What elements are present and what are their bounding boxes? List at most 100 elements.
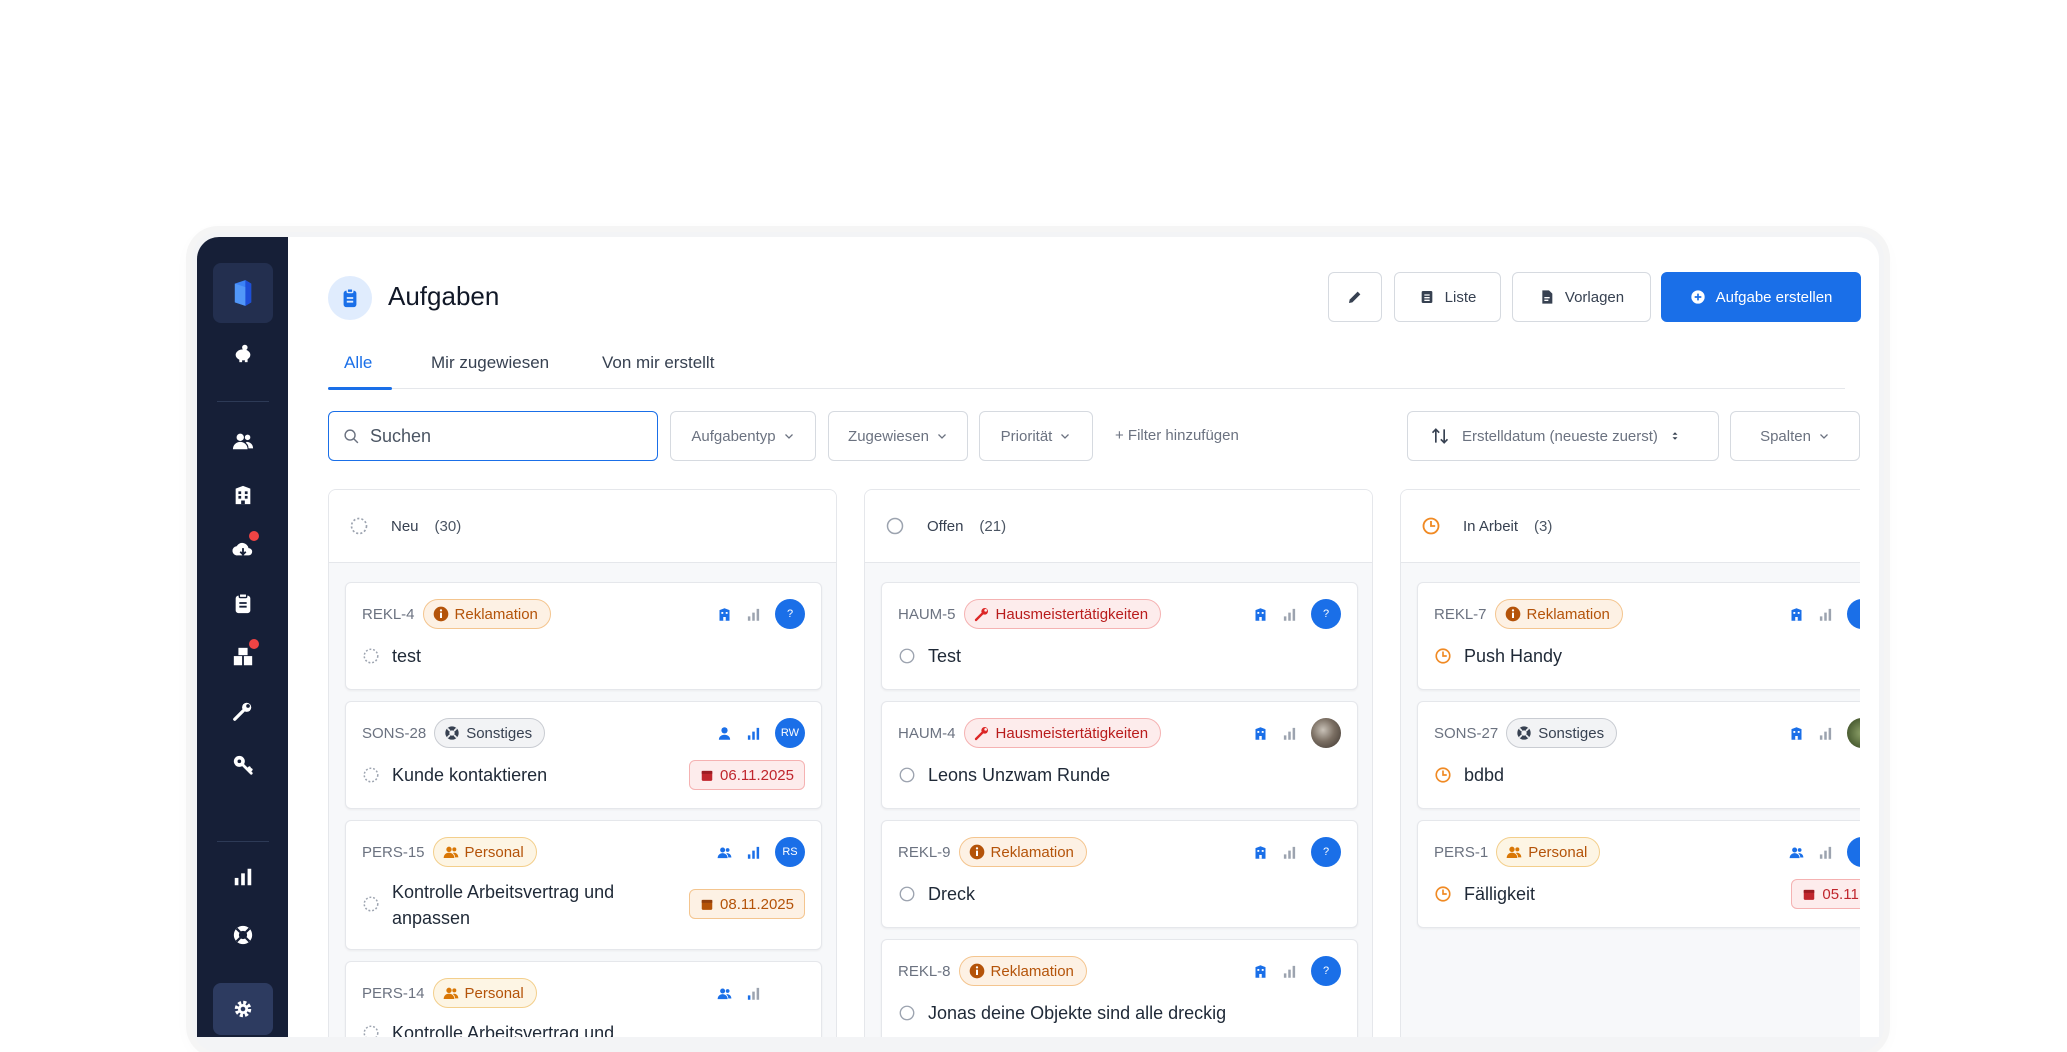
chevron-down-icon bbox=[1061, 434, 1070, 439]
category-badge: Personal bbox=[432, 978, 537, 1008]
create-task-label: Aufgabe erstellen bbox=[1715, 288, 1833, 306]
sidebar-item-settings[interactable] bbox=[213, 983, 273, 1035]
task-card[interactable]: REKL-9 Reklamation ? Dreck bbox=[881, 820, 1358, 928]
task-card[interactable]: REKL-7 Reklamation Push Handy bbox=[1417, 582, 1860, 690]
task-card[interactable]: PERS-15 Personal RS Kontrolle Arbeitsver… bbox=[345, 820, 822, 950]
users-icon bbox=[717, 988, 732, 999]
tab-created-by-me[interactable]: Von mir erstellt bbox=[602, 353, 714, 373]
status-new-icon bbox=[363, 1025, 379, 1037]
main-content: Aufgaben Liste Vorlagen Aufgabe erstelle… bbox=[288, 237, 1879, 1037]
filter-assigned[interactable]: Zugewiesen bbox=[828, 411, 968, 461]
task-title: Leons Unzwam Runde bbox=[928, 765, 1111, 785]
column-header: In Arbeit (3) bbox=[1401, 490, 1860, 563]
templates-button[interactable]: Vorlagen bbox=[1512, 272, 1651, 322]
tab-assigned-to-me[interactable]: Mir zugewiesen bbox=[431, 353, 549, 373]
assignee-avatar-photo[interactable] bbox=[1847, 718, 1860, 748]
sidebar-item-maintenance[interactable] bbox=[213, 685, 273, 737]
task-card[interactable]: SONS-28 Sonstiges RW Kunde kontaktieren bbox=[345, 701, 822, 809]
task-id: PERS-14 bbox=[362, 984, 425, 1002]
assignee-avatar[interactable] bbox=[1847, 837, 1860, 867]
search-icon bbox=[344, 428, 359, 443]
sidebar-item-users[interactable] bbox=[213, 415, 273, 467]
calendar-icon bbox=[701, 899, 713, 910]
category-label: Hausmeistertätigkeiten bbox=[995, 605, 1149, 623]
task-title: test bbox=[392, 646, 422, 666]
assignee-avatar[interactable]: RW bbox=[775, 718, 805, 748]
sidebar-item-tasks[interactable] bbox=[213, 577, 273, 629]
sort-select[interactable]: Erstelldatum (neueste zuerst) bbox=[1407, 411, 1719, 461]
tool-icon bbox=[233, 702, 252, 721]
filter-task-type[interactable]: Aufgabentyp bbox=[670, 411, 816, 461]
task-card[interactable]: PERS-1 Personal Fälligkeit 05.11 bbox=[1417, 820, 1860, 928]
task-card[interactable]: HAUM-4 Hausmeistertätigkeiten Leons Unzw… bbox=[881, 701, 1358, 809]
add-filter-link[interactable]: + Filter hinzufügen bbox=[1115, 427, 1239, 444]
create-task-button[interactable]: Aufgabe erstellen bbox=[1661, 272, 1861, 322]
edit-button[interactable] bbox=[1328, 272, 1382, 322]
user-icon bbox=[718, 726, 731, 740]
tab-created-label: Von mir erstellt bbox=[602, 353, 715, 372]
page-title: Aufgaben bbox=[388, 281, 500, 311]
assignee-avatar[interactable]: ? bbox=[775, 599, 805, 629]
gear-icon bbox=[234, 1000, 252, 1018]
assignee-avatar[interactable]: ? bbox=[1311, 599, 1341, 629]
priority-signal-icon bbox=[1819, 608, 1832, 621]
sidebar-item-services[interactable] bbox=[213, 523, 273, 575]
sidebar-item-help[interactable] bbox=[213, 909, 273, 961]
users-icon bbox=[717, 847, 732, 858]
task-card[interactable]: PERS-14 Personal Kontrolle Arbeitsvertra… bbox=[345, 961, 822, 1037]
task-card[interactable]: SONS-27 Sonstiges bdbd bbox=[1417, 701, 1860, 809]
plus-circle-icon bbox=[1690, 290, 1705, 304]
sidebar-item-keys[interactable] bbox=[213, 739, 273, 791]
assignee-avatar-photo[interactable] bbox=[1311, 718, 1341, 748]
category-badge: Reklamation bbox=[1494, 599, 1623, 629]
filter-task-type-label: Aufgabentyp bbox=[691, 427, 776, 445]
column-count: (21) bbox=[979, 517, 1007, 535]
priority-signal-icon bbox=[1283, 727, 1296, 740]
sidebar-item-buildings[interactable] bbox=[213, 469, 273, 521]
lifebuoy-icon bbox=[1517, 726, 1531, 740]
category-badge: Hausmeistertätigkeiten bbox=[963, 718, 1162, 748]
tab-all[interactable]: Alle bbox=[344, 353, 372, 373]
category-badge: Personal bbox=[432, 837, 537, 867]
bar-chart-icon bbox=[234, 868, 252, 886]
column-count: (30) bbox=[434, 517, 462, 535]
filter-assigned-label: Zugewiesen bbox=[848, 427, 929, 445]
sidebar-item-inventory[interactable] bbox=[213, 631, 273, 683]
users-icon bbox=[1506, 846, 1522, 858]
category-label: Reklamation bbox=[990, 843, 1074, 861]
status-new-icon bbox=[350, 517, 368, 535]
column-header: Neu (30) bbox=[329, 490, 836, 563]
building-icon bbox=[1791, 726, 1802, 740]
columns-button[interactable]: Spalten bbox=[1730, 411, 1860, 461]
search-input[interactable]: Suchen bbox=[328, 411, 658, 461]
column-count: (3) bbox=[1534, 517, 1553, 535]
priority-signal-icon bbox=[747, 987, 760, 1000]
status-in-progress-icon bbox=[1435, 886, 1451, 902]
assignee-avatar[interactable] bbox=[1847, 599, 1860, 629]
category-badge: Sonstiges bbox=[434, 718, 546, 748]
assignee-avatar[interactable]: ? bbox=[1311, 956, 1341, 986]
building-icon bbox=[235, 485, 251, 505]
assignee-avatar[interactable]: RS bbox=[775, 837, 805, 867]
calendar-icon bbox=[701, 770, 713, 781]
sidebar-item-reports[interactable] bbox=[213, 851, 273, 903]
tasks-title-icon bbox=[328, 276, 372, 320]
building-icon bbox=[1791, 607, 1802, 621]
status-open-icon bbox=[899, 886, 915, 902]
users-icon bbox=[1789, 847, 1804, 858]
filter-priority[interactable]: Priorität bbox=[979, 411, 1093, 461]
task-title: Kunde kontaktieren bbox=[392, 765, 548, 785]
assignee-avatar[interactable]: ? bbox=[1311, 837, 1341, 867]
task-card[interactable]: HAUM-5 Hausmeistertätigkeiten ? Test bbox=[881, 582, 1358, 690]
boxes-icon bbox=[233, 647, 253, 666]
list-view-button[interactable]: Liste bbox=[1394, 272, 1501, 322]
app-logo[interactable] bbox=[213, 263, 273, 323]
category-badge: Hausmeistertätigkeiten bbox=[963, 599, 1162, 629]
category-badge: Reklamation bbox=[422, 599, 551, 629]
columns-label: Spalten bbox=[1760, 427, 1811, 445]
task-card[interactable]: REKL-4 Reklamation ? test bbox=[345, 582, 822, 690]
task-card[interactable]: REKL-8 Reklamation ? Jonas deine Objekte… bbox=[881, 939, 1358, 1037]
sidebar-item-finances[interactable] bbox=[213, 327, 273, 379]
task-title-line: anpassen bbox=[392, 908, 471, 928]
list-icon bbox=[1421, 291, 1432, 303]
